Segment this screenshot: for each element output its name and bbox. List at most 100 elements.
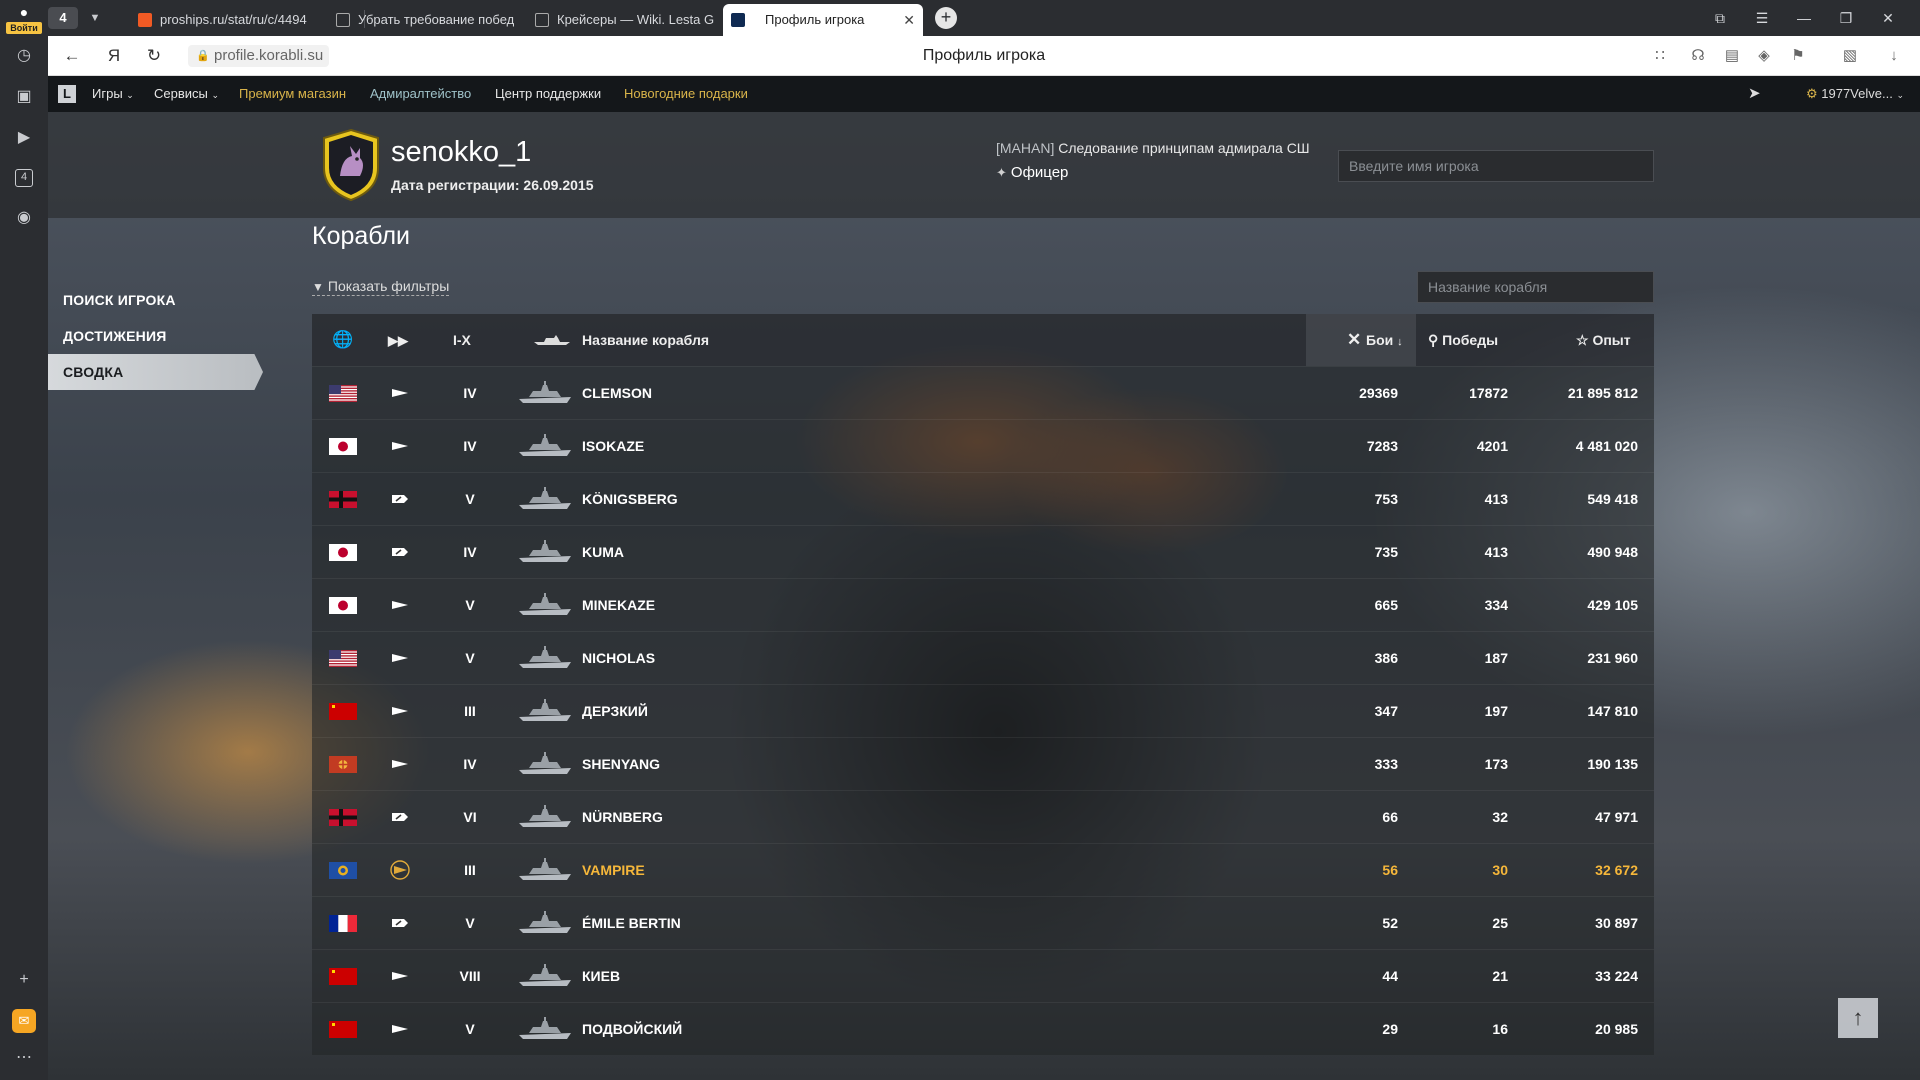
tab-group-count[interactable]: 4 — [48, 7, 78, 29]
more-icon[interactable]: ⋯ — [12, 1046, 36, 1070]
ship-class-icon — [391, 492, 409, 506]
bookmark-icon[interactable]: ⚑ — [1786, 44, 1810, 68]
extension-icon[interactable]: ◈ — [1752, 44, 1776, 68]
reader-icon[interactable]: ▤ — [1720, 44, 1744, 68]
chevron-down-icon: ⌄ — [1896, 90, 1904, 100]
ship-name[interactable]: КИЕВ — [582, 950, 620, 1003]
history-icon[interactable]: ◷ — [12, 44, 36, 68]
ship-name[interactable]: VAMPIRE — [582, 844, 645, 897]
chevron-down-icon: ⌄ — [126, 90, 134, 100]
xp-column-header[interactable]: ☆ Опыт — [1576, 314, 1631, 366]
ship-name[interactable]: NICHOLAS — [582, 632, 655, 685]
nation-flag-icon — [329, 968, 357, 985]
lesta-logo[interactable]: L — [58, 85, 76, 103]
back-arrow-icon[interactable]: ← — [60, 44, 84, 68]
ship-name[interactable]: ДЕРЗКИЙ — [582, 685, 648, 738]
tier-column-header[interactable]: I-X — [453, 314, 471, 366]
tab-yandex-answer[interactable]: Убрать требование побед — [328, 4, 528, 36]
bookmark-panel-icon[interactable]: ⧉ — [1708, 6, 1732, 30]
minimize-icon[interactable]: — — [1792, 6, 1816, 30]
tab-proships[interactable]: proships.ru/stat/ru/c/4494 — [130, 4, 360, 36]
menu-summary[interactable]: СВОДКА — [48, 354, 263, 390]
menu-player-search[interactable]: ПОИСК ИГРОКА — [48, 282, 263, 318]
ship-wins: 187 — [1484, 650, 1508, 666]
table-row[interactable]: III ДЕРЗКИЙ 347 197 147 810 — [312, 684, 1654, 737]
table-row[interactable]: IV ISOKAZE 7283 4201 4 481 020 — [312, 419, 1654, 472]
table-row[interactable]: V KÖNIGSBERG 753 413 549 418 — [312, 472, 1654, 525]
ship-name[interactable]: ПОДВОЙСКИЙ — [582, 1003, 682, 1056]
download-icon[interactable]: ↓ — [1882, 44, 1906, 68]
ship-search-input[interactable] — [1417, 271, 1654, 303]
ship-image — [517, 964, 573, 988]
reload-icon[interactable]: ↻ — [142, 44, 166, 68]
nav-support[interactable]: Центр поддержки — [495, 76, 601, 112]
table-row[interactable]: V ПОДВОЙСКИЙ 29 16 20 985 — [312, 1002, 1654, 1055]
tab-counter-icon[interactable]: 4 — [15, 169, 33, 187]
notifications-icon[interactable]: ➤ — [1748, 84, 1768, 104]
wins-column-header[interactable]: ⚲ Победы — [1428, 314, 1498, 366]
ship-name[interactable]: MINEKAZE — [582, 579, 655, 632]
table-row[interactable]: IV SHENYANG 333 173 190 135 — [312, 737, 1654, 790]
table-row[interactable]: VI NÜRNBERG 66 32 47 971 — [312, 790, 1654, 843]
ship-name[interactable]: KUMA — [582, 526, 624, 579]
ship-name[interactable]: SHENYANG — [582, 738, 660, 791]
menu-icon[interactable]: ☰ — [1750, 6, 1774, 30]
clan-info[interactable]: [MAHAN] Следование принципам адмирала СШ — [996, 140, 1361, 156]
add-panel-icon[interactable]: + — [12, 968, 36, 992]
ship-name[interactable]: ISOKAZE — [582, 420, 644, 473]
menu-achievements[interactable]: ДОСТИЖЕНИЯ — [48, 318, 263, 354]
player-name: senokko_1 — [391, 136, 532, 168]
battles-column-header[interactable]: ✕ Бои ↓ — [1306, 314, 1416, 366]
apps-icon[interactable]: ∷ — [1648, 44, 1672, 68]
nav-admiralty[interactable]: Адмиралтейство — [370, 76, 471, 112]
url-field[interactable]: 🔒 profile.korabli.su — [188, 45, 330, 67]
headphones-icon[interactable]: ☊ — [1686, 44, 1710, 68]
ship-name[interactable]: ÉMILE BERTIN — [582, 897, 681, 950]
restore-icon[interactable]: ❐ — [1834, 6, 1858, 30]
nav-premium-shop[interactable]: Премиум магазин — [239, 76, 346, 112]
nav-gifts[interactable]: Новогодние подарки — [624, 76, 748, 112]
show-filters-link[interactable]: ▼ Показать фильтры — [312, 278, 450, 296]
name-column-header[interactable]: Название корабля — [582, 314, 709, 366]
close-icon[interactable]: ✕ — [903, 4, 915, 36]
table-row[interactable]: V NICHOLAS 386 187 231 960 — [312, 631, 1654, 684]
nation-column-header[interactable]: 🌐 — [332, 314, 353, 366]
tab-player-profile[interactable]: Профиль игрока ✕ — [723, 4, 923, 36]
window-close-icon[interactable]: ✕ — [1876, 6, 1900, 30]
type-column-header[interactable]: ▶▶ — [388, 314, 408, 366]
media-play-icon[interactable]: ▶ — [12, 126, 36, 150]
clan-name: Следование принципам адмирала СШ — [1054, 140, 1310, 156]
yandex-icon[interactable]: Я — [102, 44, 126, 68]
player-search-input[interactable] — [1338, 150, 1654, 182]
collections-icon[interactable]: ▧ — [1838, 44, 1862, 68]
nav-services[interactable]: Сервисы ⌄ — [154, 76, 219, 113]
screenshot-icon[interactable]: ◉ — [12, 206, 36, 230]
scroll-to-top-button[interactable]: ↑ — [1838, 998, 1878, 1038]
favicon-icon — [535, 13, 549, 27]
rank-label: Офицер — [1010, 164, 1069, 181]
collections-icon[interactable]: ▣ — [12, 85, 36, 109]
mail-icon[interactable]: ✉ — [12, 1009, 36, 1033]
new-tab-button[interactable]: + — [935, 7, 957, 29]
table-row[interactable]: IV KUMA 735 413 490 948 — [312, 525, 1654, 578]
nav-services-label: Сервисы — [154, 86, 208, 101]
ship-class-icon — [391, 1022, 409, 1036]
table-row[interactable]: VIII КИЕВ 44 21 33 224 — [312, 949, 1654, 1002]
chevron-down-icon[interactable]: ▼ — [84, 7, 106, 29]
nav-games[interactable]: Игры ⌄ — [92, 76, 134, 113]
table-row[interactable]: V MINEKAZE 665 334 429 105 — [312, 578, 1654, 631]
ship-name[interactable]: KÖNIGSBERG — [582, 473, 678, 526]
table-row[interactable]: IV CLEMSON 29369 17872 21 895 812 — [312, 366, 1654, 419]
ship-image — [517, 487, 573, 511]
table-row[interactable]: V ÉMILE BERTIN 52 25 30 897 — [312, 896, 1654, 949]
ship-class-icon — [391, 704, 409, 718]
login-button[interactable]: ● Войти — [6, 4, 42, 34]
login-label: Войти — [6, 22, 42, 34]
ship-name[interactable]: CLEMSON — [582, 367, 652, 420]
user-menu[interactable]: ⚙ 1977Velve... ⌄ — [1806, 76, 1904, 113]
ship-xp: 47 971 — [1595, 809, 1638, 825]
ship-name[interactable]: NÜRNBERG — [582, 791, 663, 844]
ship-battles: 44 — [1382, 968, 1398, 984]
table-row[interactable]: III VAMPIRE 56 30 32 672 — [312, 843, 1654, 896]
tab-title: Крейсеры — Wiki. Lesta G — [557, 12, 715, 27]
